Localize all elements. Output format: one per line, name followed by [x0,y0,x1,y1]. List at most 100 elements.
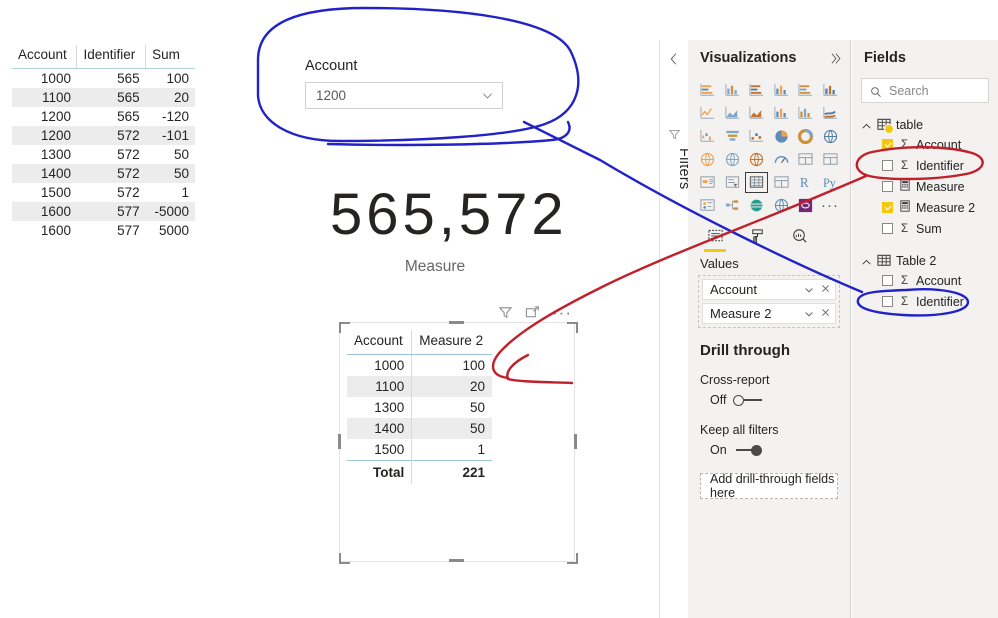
values-well-item[interactable]: Account [702,279,836,300]
measure-card-visual[interactable]: 565,572 Measure [330,184,564,276]
resize-handle-bottom-center[interactable] [449,559,464,562]
field-checkbox[interactable] [882,296,893,307]
table-row[interactable]: 1400 50 [347,418,492,439]
fields-search-input[interactable]: Search [861,78,989,103]
chevron-up-icon[interactable] [861,119,872,130]
field-item[interactable]: Σ Sum [852,218,998,239]
resize-handle-top-left[interactable] [339,322,350,333]
account-slicer[interactable]: Account 1200 [305,58,503,109]
cross-report-toggle-row[interactable]: Off [700,393,850,407]
field-item[interactable]: Σ Identifier [852,155,998,176]
source-cell-account: 1000 [40,71,71,86]
format-tab[interactable] [746,226,768,252]
field-item[interactable]: Σ Account [852,270,998,291]
filters-pane-collapsed[interactable]: Filters [659,40,692,618]
field-item[interactable]: Measure 2 [852,197,998,218]
fields-table-header[interactable]: Table 2 [852,251,998,270]
slicer-dropdown[interactable]: 1200 [305,82,503,109]
cross-report-toggle[interactable] [733,394,763,406]
field-item[interactable]: Σ Account [852,134,998,155]
gauge-icon[interactable] [770,149,793,170]
resize-handle-middle-right[interactable] [574,434,577,449]
scatter-chart-icon[interactable] [745,126,768,147]
resize-handle-top-center[interactable] [449,321,464,324]
calculator-icon [899,200,910,215]
hundred-percent-stacked-bar-chart-icon[interactable] [794,80,817,101]
field-checkbox[interactable] [882,181,893,192]
field-checkbox[interactable] [882,223,893,234]
table-icon[interactable] [745,172,768,193]
field-item[interactable]: Measure [852,176,998,197]
kpi-icon[interactable] [696,172,719,193]
shape-map-icon[interactable] [745,149,768,170]
decomposition-tree-icon[interactable] [721,195,744,216]
fields-tab[interactable] [704,226,726,252]
multi-row-card-icon[interactable] [819,149,842,170]
analytics-tab[interactable] [788,226,810,252]
ribbon-chart-icon[interactable] [819,103,842,124]
more-visuals-icon[interactable]: ··· [819,195,842,216]
q-and-a-icon[interactable] [745,195,768,216]
values-well-item[interactable]: Measure 2 [702,303,836,324]
line-clustered-column-chart-icon[interactable] [794,103,817,124]
close-icon[interactable] [820,283,831,296]
field-checkbox[interactable] [882,202,893,213]
more-options-icon[interactable]: ··· [552,304,572,321]
chevron-down-icon[interactable] [803,284,815,296]
field-checkbox[interactable] [882,139,893,150]
chevron-left-icon[interactable] [667,52,681,66]
chevron-up-icon[interactable] [861,255,872,266]
table-row[interactable]: 1000 100 [347,354,492,376]
resize-handle-bottom-right[interactable] [567,553,578,564]
resize-handle-bottom-left[interactable] [339,553,350,564]
resize-handle-middle-left[interactable] [338,434,341,449]
field-item[interactable]: Σ Identifier [852,291,998,312]
matrix-icon[interactable] [770,172,793,193]
stacked-area-chart-icon[interactable] [745,103,768,124]
pie-chart-icon[interactable] [770,126,793,147]
values-well[interactable]: Account Measure 2 [698,275,840,328]
drill-through-drop-zone[interactable]: Add drill-through fields here [700,472,838,500]
arcgis-maps-icon[interactable] [770,195,793,216]
filter-icon[interactable] [498,305,513,320]
keep-all-filters-state: On [710,443,727,457]
area-chart-icon[interactable] [721,103,744,124]
table-row[interactable]: 1500 1 [347,439,492,461]
visualization-pane-tabs[interactable] [688,216,850,252]
fields-pane-expand-icon[interactable] [831,52,844,65]
chevron-down-icon[interactable] [803,308,815,320]
python-visual-icon[interactable]: Py [819,172,842,193]
table-row[interactable]: 1100 20 [347,376,492,397]
key-influencers-icon[interactable] [696,195,719,216]
clustered-bar-chart-icon[interactable] [745,80,768,101]
visualization-gallery[interactable]: R Py ··· [688,76,850,216]
power-apps-icon[interactable] [794,195,817,216]
treemap-icon[interactable] [819,126,842,147]
fields-table-header[interactable]: table [852,115,998,134]
visual-header-toolbar[interactable]: ··· [498,304,576,321]
keep-all-filters-toggle[interactable] [734,444,764,456]
stacked-column-chart-icon[interactable] [721,80,744,101]
fields-title: Fields [864,50,906,66]
funnel-chart-icon[interactable] [721,126,744,147]
stacked-bar-chart-icon[interactable] [696,80,719,101]
map-icon[interactable] [696,149,719,170]
field-checkbox[interactable] [882,275,893,286]
hundred-percent-stacked-column-chart-icon[interactable] [819,80,842,101]
slicer-icon[interactable] [721,172,744,193]
waterfall-chart-icon[interactable] [696,126,719,147]
field-checkbox[interactable] [882,160,893,171]
close-icon[interactable] [820,307,831,320]
r-script-visual-icon[interactable]: R [794,172,817,193]
table-row[interactable]: 1300 50 [347,397,492,418]
filled-map-icon[interactable] [721,149,744,170]
clustered-column-chart-icon[interactable] [770,80,793,101]
resize-handle-top-right[interactable] [567,322,578,333]
keep-all-filters-toggle-row[interactable]: On [700,443,850,457]
line-stacked-column-chart-icon[interactable] [770,103,793,124]
focus-mode-icon[interactable] [525,305,540,320]
field-label: Account [916,137,962,152]
card-icon[interactable] [794,149,817,170]
line-chart-icon[interactable] [696,103,719,124]
donut-chart-icon[interactable] [794,126,817,147]
